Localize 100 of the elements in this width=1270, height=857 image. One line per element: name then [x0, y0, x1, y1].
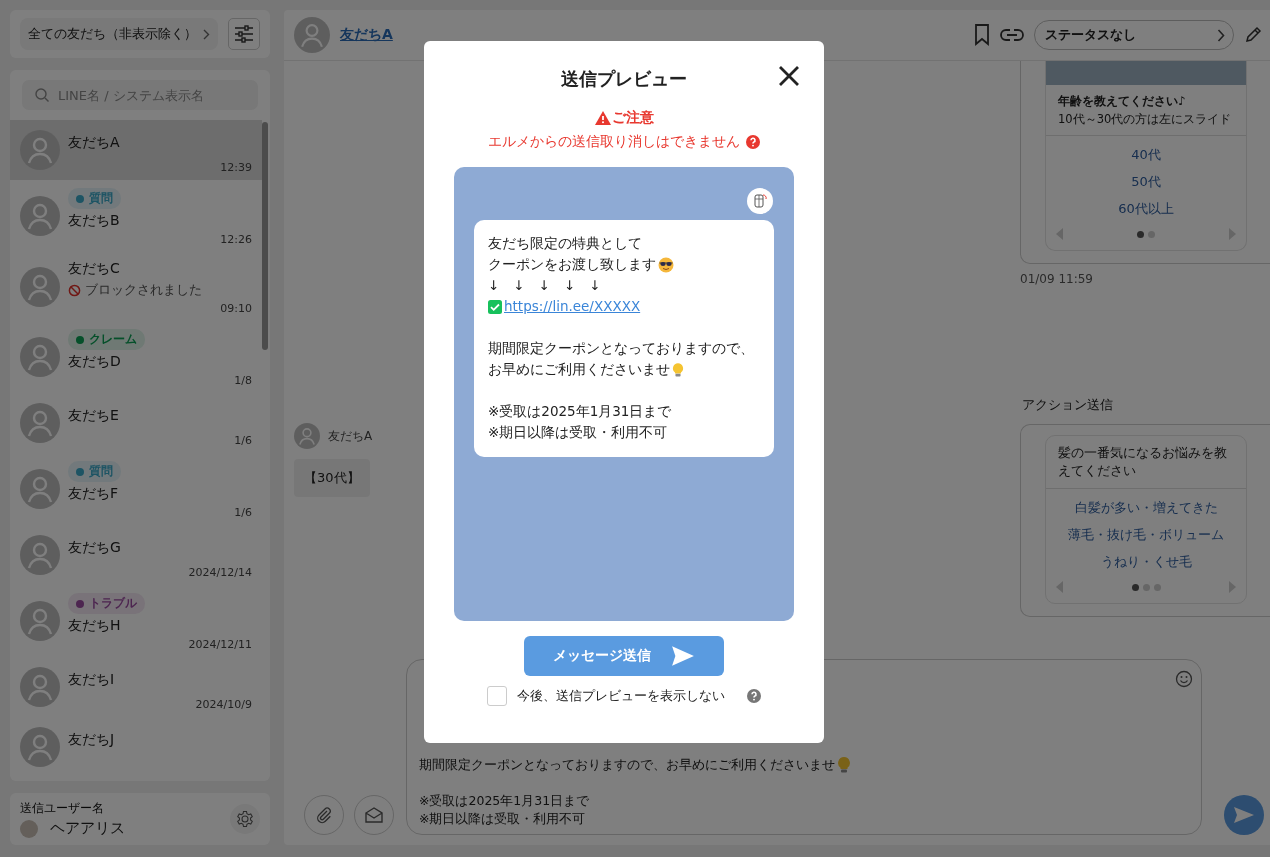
message-time: 2024/12/11 — [188, 638, 252, 651]
message-line: ※期日以降は受取・利用不可 — [488, 423, 668, 442]
friend-list-item[interactable]: トラブル 友だちH 2024/12/11 — [10, 585, 262, 657]
dialog-title: 送信プレビュー — [561, 67, 687, 91]
coupon-link[interactable]: https://lin.ee/XXXXX — [504, 296, 641, 317]
option-link[interactable]: 50代 — [1131, 173, 1161, 191]
filter-settings-button[interactable] — [228, 18, 260, 50]
friend-name: 友だちB — [68, 212, 120, 230]
friend-list-item[interactable]: 友だちG 2024/12/14 — [10, 525, 262, 585]
message-time: 12:39 — [220, 161, 252, 174]
message-label: アクション送信 — [1021, 396, 1114, 414]
attach-button[interactable] — [304, 795, 344, 835]
status-dropdown[interactable]: ステータスなし — [1034, 20, 1234, 50]
avatar-icon — [20, 337, 60, 377]
message-line: ↓ ↓ ↓ ↓ ↓ — [488, 276, 601, 295]
help-icon[interactable] — [747, 689, 761, 703]
card-text: 10代～30代の方は左にスライド — [1058, 112, 1233, 127]
friend-name: 友だちE — [68, 407, 119, 425]
avatar-icon — [20, 535, 60, 575]
paperclip-icon — [315, 806, 333, 824]
friend-name: 友だちF — [68, 485, 119, 503]
friend-name: 友だちJ — [68, 731, 115, 749]
help-icon[interactable] — [746, 135, 760, 149]
friend-list-item[interactable]: 友だちI 2024/10/9 — [10, 657, 262, 717]
avatar-icon — [20, 601, 60, 641]
lightbulb-icon — [837, 756, 851, 774]
settings-button[interactable] — [230, 804, 260, 834]
option-link[interactable]: 40代 — [1131, 146, 1161, 164]
page-dot[interactable] — [1142, 583, 1150, 591]
option-link[interactable]: うねり・くせ毛 — [1100, 553, 1192, 571]
blocked-icon — [68, 283, 81, 297]
lightbulb-icon — [672, 361, 684, 378]
sender-label: 送信ユーザー名 — [20, 800, 105, 817]
sender-name: ヘアアリス — [50, 819, 125, 838]
template-button[interactable] — [354, 795, 394, 835]
chevron-right-icon — [203, 28, 210, 40]
message-time: 12:26 — [220, 233, 252, 246]
friend-name: 友だちD — [68, 353, 121, 371]
checkmark-icon — [488, 299, 502, 314]
avatar-icon — [20, 667, 60, 707]
friend-name: 友だちI — [68, 671, 115, 689]
message-time: 1/6 — [234, 434, 252, 447]
character-icon — [747, 188, 773, 214]
sunglasses-face-icon — [658, 256, 674, 273]
friend-name: 友だちH — [68, 617, 121, 635]
envelope-icon — [364, 806, 384, 824]
link-icon[interactable] — [1000, 28, 1024, 42]
message-bubble: 【30代】 — [294, 459, 370, 497]
friend-list-item[interactable]: 友だちE 1/6 — [10, 393, 262, 453]
chevron-right-icon — [1217, 28, 1225, 42]
message-line: 友だち限定の特典として — [488, 234, 642, 253]
avatar-icon — [20, 266, 60, 307]
block-status: ブロックされました — [85, 281, 202, 299]
sliders-icon — [233, 24, 255, 44]
edit-icon[interactable] — [1244, 26, 1262, 44]
friend-name-link[interactable]: 友だちA — [340, 26, 393, 44]
page-dot[interactable] — [1131, 583, 1139, 591]
friend-list-item[interactable]: 質問 友だちB 12:26 — [10, 180, 262, 252]
avatar-icon — [20, 403, 60, 443]
message-time: 01/09 11:59 — [1020, 272, 1094, 286]
avatar-icon — [20, 469, 60, 509]
send-button[interactable] — [1224, 795, 1264, 835]
avatar-icon — [20, 130, 60, 170]
checkbox[interactable] — [487, 686, 507, 706]
send-message-button[interactable]: メッセージ送信 — [524, 636, 724, 676]
friend-name: 友だちC — [68, 260, 120, 278]
notice-title: ご注意 — [611, 109, 654, 127]
friend-filter-dropdown[interactable]: 全ての友だち（非表示除く） — [20, 18, 218, 50]
avatar-icon — [294, 423, 320, 449]
option-link[interactable]: 薄毛・抜け毛・ボリューム — [1068, 526, 1224, 544]
friend-list-item[interactable]: 友だちJ — [10, 717, 262, 777]
option-link[interactable]: 60代以上 — [1118, 200, 1174, 218]
page-dot[interactable] — [1137, 230, 1144, 238]
notice-text: エルメからの送信取り消しはできません — [488, 133, 740, 151]
search-icon — [34, 87, 50, 103]
avatar-icon — [20, 196, 60, 236]
option-link[interactable]: 白髪が多い・増えてきた — [1074, 499, 1218, 517]
friend-name: 友だちG — [68, 539, 121, 557]
warning-icon — [594, 111, 611, 125]
message-time: 1/6 — [234, 506, 252, 519]
bookmark-icon[interactable] — [974, 24, 990, 46]
friend-list-item[interactable]: 友だちA 12:39 — [10, 120, 262, 180]
message-time: 1/8 — [234, 374, 252, 387]
message-line: 期間限定クーポンとなっておりますので、 — [488, 339, 754, 358]
message-line: ※受取は2025年1月31日まで — [488, 402, 672, 421]
friend-name: 友だちA — [68, 134, 120, 152]
card-title: 髪の一番気になるお悩みを教えてください — [1058, 444, 1228, 480]
message-time: 09:10 — [220, 302, 252, 315]
paper-plane-icon — [1233, 805, 1256, 825]
page-dot[interactable] — [1153, 583, 1161, 591]
page-dot[interactable] — [1148, 230, 1155, 238]
friend-list-item[interactable]: 質問 友だちF 1/6 — [10, 453, 262, 525]
avatar-icon — [20, 727, 60, 767]
card-title: 年齢を教えてください♪ — [1058, 93, 1187, 110]
friend-list-item[interactable]: 友だちC ブロックされました 09:10 — [10, 252, 262, 321]
avatar-icon — [294, 17, 330, 53]
message-line: お早めにご利用くださいませ — [488, 360, 670, 379]
message-time: 2024/12/14 — [188, 566, 252, 579]
emoji-icon[interactable] — [1175, 670, 1194, 688]
friend-list-item[interactable]: クレーム 友だちD 1/8 — [10, 321, 262, 393]
